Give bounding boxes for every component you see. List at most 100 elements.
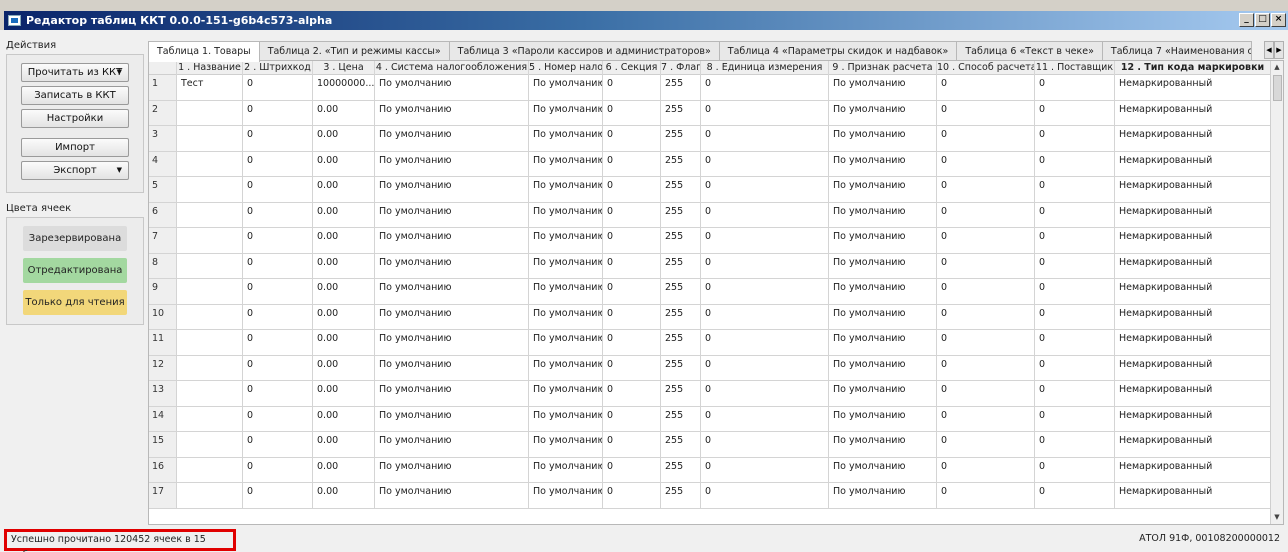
table-cell[interactable]: Немаркированный [1115, 330, 1271, 355]
table-cell[interactable]: 0 [701, 355, 829, 380]
row-number[interactable]: 2 [149, 100, 177, 125]
column-header[interactable]: 2 . Штрихкод [243, 61, 313, 75]
tab-table-4[interactable]: Таблица 4 «Параметры скидок и надбавок» [718, 41, 958, 61]
table-cell[interactable]: 0 [937, 457, 1035, 482]
table-cell[interactable]: По умолчанию [375, 151, 529, 176]
table-cell[interactable]: 0 [243, 483, 313, 508]
tab-table-3[interactable]: Таблица 3 «Пароли кассиров и администрат… [448, 41, 720, 61]
table-cell[interactable]: 0.00 [313, 202, 375, 227]
table-cell[interactable]: 0 [1035, 75, 1115, 100]
table-cell[interactable]: По умолчанию [529, 202, 603, 227]
table-cell[interactable]: 0 [937, 100, 1035, 125]
table-cell[interactable]: 0 [243, 228, 313, 253]
table-cell[interactable]: 0 [1035, 304, 1115, 329]
table-cell[interactable]: 0 [1035, 126, 1115, 151]
table-cell[interactable]: 255 [661, 228, 701, 253]
table-cell[interactable]: 0 [937, 177, 1035, 202]
table-cell[interactable]: По умолчанию [529, 355, 603, 380]
table-cell[interactable]: Немаркированный [1115, 432, 1271, 457]
table-cell[interactable]: Немаркированный [1115, 304, 1271, 329]
close-button[interactable]: × [1271, 13, 1286, 27]
table-cell[interactable]: По умолчанию [829, 381, 937, 406]
table-cell[interactable]: 0 [603, 151, 661, 176]
table-cell[interactable]: 0 [1035, 330, 1115, 355]
table-cell[interactable]: 0 [243, 177, 313, 202]
table-cell[interactable]: 0 [603, 126, 661, 151]
table-cell[interactable]: По умолчанию [375, 304, 529, 329]
table-cell[interactable]: По умолчанию [375, 253, 529, 278]
table-cell[interactable]: По умолчанию [375, 457, 529, 482]
table-cell[interactable]: 255 [661, 151, 701, 176]
table-cell[interactable]: 0.00 [313, 304, 375, 329]
table-cell[interactable]: Немаркированный [1115, 253, 1271, 278]
table-cell[interactable]: По умолчанию [829, 279, 937, 304]
table-cell[interactable]: По умолчанию [375, 100, 529, 125]
table-cell[interactable]: 0 [603, 253, 661, 278]
table-cell[interactable]: Немаркированный [1115, 228, 1271, 253]
table-cell[interactable]: По умолчанию [829, 330, 937, 355]
table-cell[interactable]: 255 [661, 177, 701, 202]
table-cell[interactable]: 0 [243, 330, 313, 355]
table-cell[interactable]: 255 [661, 202, 701, 227]
table-cell[interactable]: 0 [603, 432, 661, 457]
row-number[interactable]: 13 [149, 381, 177, 406]
table-cell[interactable]: По умолчанию [529, 483, 603, 508]
table-cell[interactable]: 0 [937, 483, 1035, 508]
table-cell[interactable]: 0 [1035, 406, 1115, 431]
table-cell[interactable]: 0 [243, 75, 313, 100]
table-cell[interactable]: По умолчанию [529, 75, 603, 100]
table-cell[interactable]: 0 [1035, 228, 1115, 253]
table-cell[interactable] [177, 457, 243, 482]
table-cell[interactable]: 0.00 [313, 126, 375, 151]
table-cell[interactable]: По умолчанию [529, 381, 603, 406]
table-cell[interactable]: 0 [701, 75, 829, 100]
table-cell[interactable]: 0 [937, 202, 1035, 227]
table-cell[interactable]: 0 [603, 100, 661, 125]
tab-table-7[interactable]: Таблица 7 «Наименования секций и налоги … [1101, 41, 1252, 61]
tab-table-1[interactable]: Таблица 1. Товары [148, 41, 260, 62]
column-header[interactable]: 4 . Система налогообложения [375, 61, 529, 75]
table-cell[interactable]: 0 [937, 279, 1035, 304]
table-cell[interactable]: 0.00 [313, 279, 375, 304]
table-cell[interactable]: 0 [937, 253, 1035, 278]
table-cell[interactable]: По умолчанию [375, 279, 529, 304]
table-cell[interactable]: 0.00 [313, 457, 375, 482]
table-cell[interactable] [177, 126, 243, 151]
table-cell[interactable]: По умолчанию [529, 457, 603, 482]
table-cell[interactable] [177, 304, 243, 329]
export-button[interactable]: Экспорт ▼ [21, 161, 129, 180]
table-cell[interactable]: 255 [661, 100, 701, 125]
table-cell[interactable]: По умолчанию [829, 228, 937, 253]
table-cell[interactable]: 255 [661, 75, 701, 100]
read-from-kkt-button[interactable]: Прочитать из ККТ ▼ [21, 63, 129, 82]
table-cell[interactable]: По умолчанию [829, 151, 937, 176]
table-cell[interactable]: По умолчанию [375, 75, 529, 100]
tab-scroll-right-icon[interactable]: ▶ [1274, 41, 1284, 59]
table-cell[interactable]: 0 [701, 151, 829, 176]
row-number[interactable]: 8 [149, 253, 177, 278]
table-cell[interactable]: 0 [937, 330, 1035, 355]
table-cell[interactable]: Немаркированный [1115, 406, 1271, 431]
column-header[interactable]: 3 . Цена [313, 61, 375, 75]
table-cell[interactable]: По умолчанию [529, 432, 603, 457]
scroll-thumb[interactable] [1273, 75, 1282, 101]
column-header[interactable]: 9 . Признак расчета [829, 61, 937, 75]
table-cell[interactable]: 0 [701, 432, 829, 457]
table-cell[interactable]: По умолчанию [375, 483, 529, 508]
header-corner[interactable] [149, 61, 177, 75]
table-cell[interactable]: 0 [603, 355, 661, 380]
table-cell[interactable]: По умолчанию [375, 228, 529, 253]
table-cell[interactable]: 0 [937, 126, 1035, 151]
table-cell[interactable]: 0 [937, 228, 1035, 253]
row-number[interactable]: 11 [149, 330, 177, 355]
table-cell[interactable]: 255 [661, 304, 701, 329]
write-to-kkt-button[interactable]: Записать в ККТ [21, 86, 129, 105]
table-cell[interactable]: 255 [661, 483, 701, 508]
table-cell[interactable]: 0 [701, 253, 829, 278]
table-cell[interactable]: 255 [661, 432, 701, 457]
row-number[interactable]: 9 [149, 279, 177, 304]
table-cell[interactable]: По умолчанию [529, 279, 603, 304]
table-cell[interactable]: 0.00 [313, 177, 375, 202]
table-cell[interactable]: По умолчанию [375, 177, 529, 202]
table-cell[interactable]: 0 [243, 202, 313, 227]
